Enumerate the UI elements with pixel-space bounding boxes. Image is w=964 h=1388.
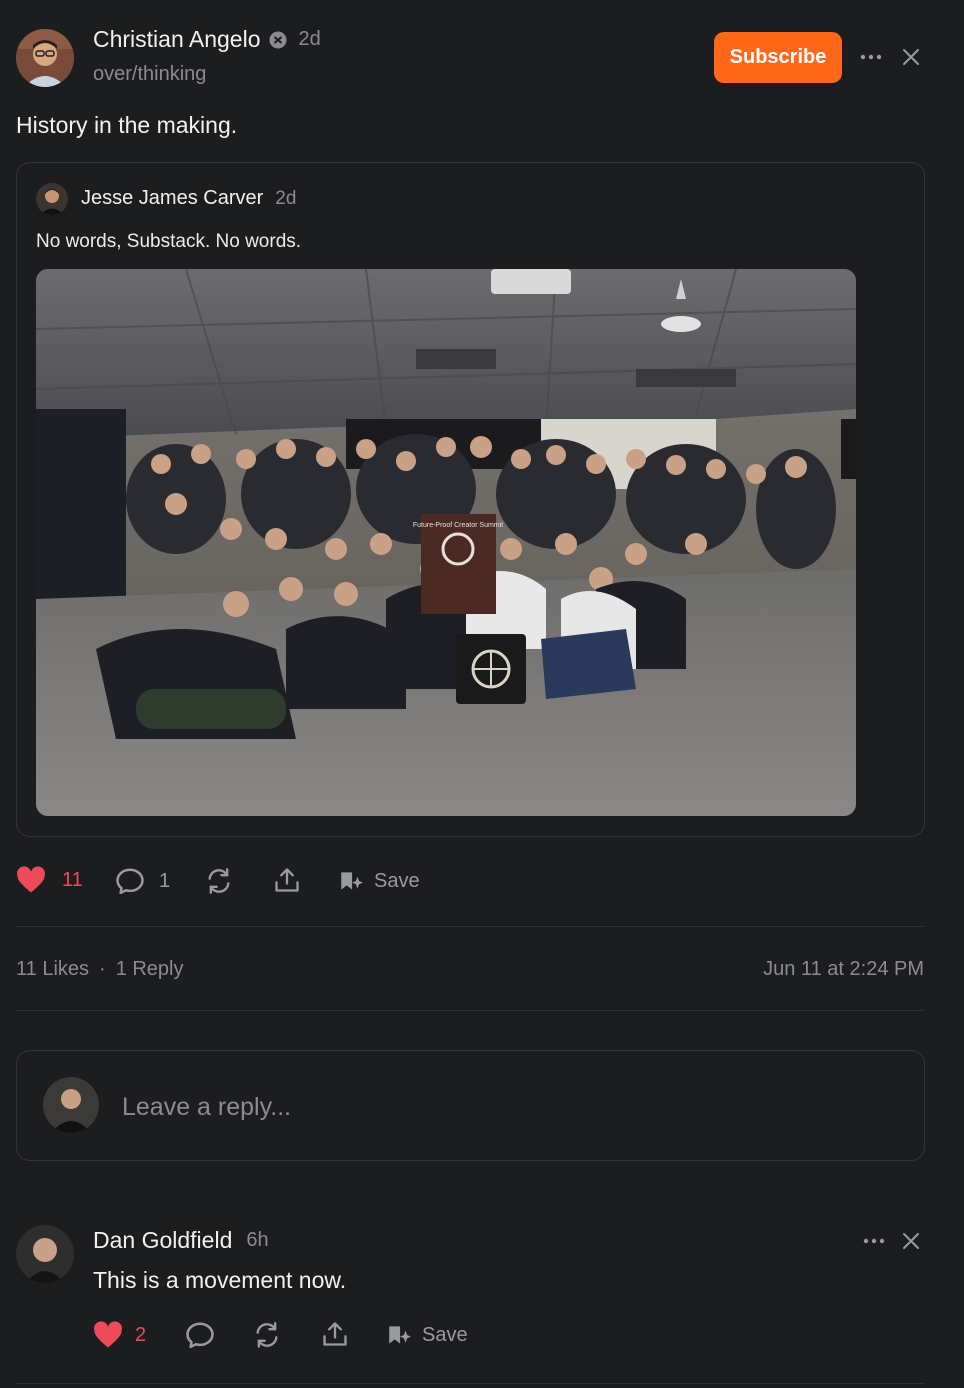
comment-time: 6h bbox=[246, 1229, 269, 1251]
podium-label: Future-Proof Creator Summit bbox=[413, 522, 503, 529]
reply-count: 1 bbox=[159, 869, 171, 892]
comment-like-count: 2 bbox=[135, 1323, 147, 1346]
share-icon bbox=[275, 868, 299, 892]
comment-save-button[interactable]: Save bbox=[386, 1322, 468, 1348]
post-time: 2d bbox=[298, 28, 321, 50]
heart-icon bbox=[94, 1321, 122, 1348]
comment-icon bbox=[116, 868, 144, 895]
quoted-text: No words, Substack. No words. bbox=[36, 231, 302, 252]
replies-summary-link[interactable]: 1 Reply bbox=[116, 958, 184, 981]
close-icon[interactable] bbox=[899, 45, 923, 69]
comment-like-button[interactable]: 2 bbox=[93, 1321, 146, 1349]
share-icon bbox=[323, 1322, 347, 1346]
post-text: History in the making. bbox=[16, 112, 238, 138]
publication-name[interactable]: over/thinking bbox=[93, 63, 206, 86]
quoted-avatar-image bbox=[36, 183, 68, 215]
comment-reply-button[interactable] bbox=[185, 1321, 215, 1349]
more-options-icon[interactable] bbox=[857, 45, 885, 69]
comment-icon bbox=[186, 1322, 214, 1349]
divider bbox=[16, 1010, 924, 1011]
comment-share-button[interactable] bbox=[321, 1320, 349, 1348]
commenter-avatar[interactable] bbox=[16, 1225, 74, 1283]
divider bbox=[16, 1383, 924, 1384]
quoted-author-name[interactable]: Jesse James Carver bbox=[81, 187, 263, 210]
subscribe-button[interactable]: Subscribe bbox=[714, 32, 842, 83]
like-button[interactable]: 11 bbox=[16, 866, 83, 894]
save-button[interactable]: Save bbox=[338, 868, 420, 894]
save-label: Save bbox=[374, 869, 420, 892]
share-button[interactable] bbox=[273, 866, 301, 894]
restack-icon bbox=[256, 1322, 278, 1348]
group-photo[interactable]: Future-Proof Creator Summit bbox=[36, 269, 856, 816]
author-name[interactable]: Christian Angelo bbox=[93, 26, 261, 53]
reply-input[interactable] bbox=[120, 1086, 884, 1128]
author-avatar[interactable] bbox=[16, 29, 74, 87]
quoted-author-avatar[interactable] bbox=[36, 183, 68, 215]
separator-dot: · bbox=[99, 958, 106, 980]
comment-save-label: Save bbox=[422, 1323, 468, 1346]
divider bbox=[16, 926, 924, 927]
commenter-name[interactable]: Dan Goldfield bbox=[93, 1227, 232, 1254]
current-user-avatar bbox=[43, 1077, 99, 1133]
commenter-avatar-image bbox=[16, 1225, 74, 1283]
likes-summary-link[interactable]: 11 Likes bbox=[16, 958, 89, 981]
comment-close-icon[interactable] bbox=[899, 1229, 923, 1253]
comment-text: This is a movement now. bbox=[93, 1267, 347, 1293]
author-avatar-image bbox=[16, 29, 74, 87]
comment-more-options-icon[interactable] bbox=[860, 1229, 888, 1253]
save-sparkle-icon bbox=[389, 1326, 411, 1344]
quoted-post-time: 2d bbox=[275, 187, 297, 209]
restack-icon bbox=[208, 868, 230, 894]
group-photo-image: Future-Proof Creator Summit bbox=[36, 269, 856, 816]
restack-button[interactable] bbox=[205, 867, 233, 895]
verified-badge-icon bbox=[269, 31, 287, 49]
post-date[interactable]: Jun 11 at 2:24 PM bbox=[763, 958, 924, 981]
heart-icon bbox=[17, 866, 45, 893]
subscribe-label: Subscribe bbox=[729, 46, 827, 68]
reply-button[interactable]: 1 bbox=[115, 867, 170, 895]
current-user-avatar-image bbox=[43, 1077, 99, 1133]
comment-restack-button[interactable] bbox=[253, 1321, 281, 1349]
save-sparkle-icon bbox=[341, 872, 363, 890]
like-count: 11 bbox=[62, 868, 83, 891]
